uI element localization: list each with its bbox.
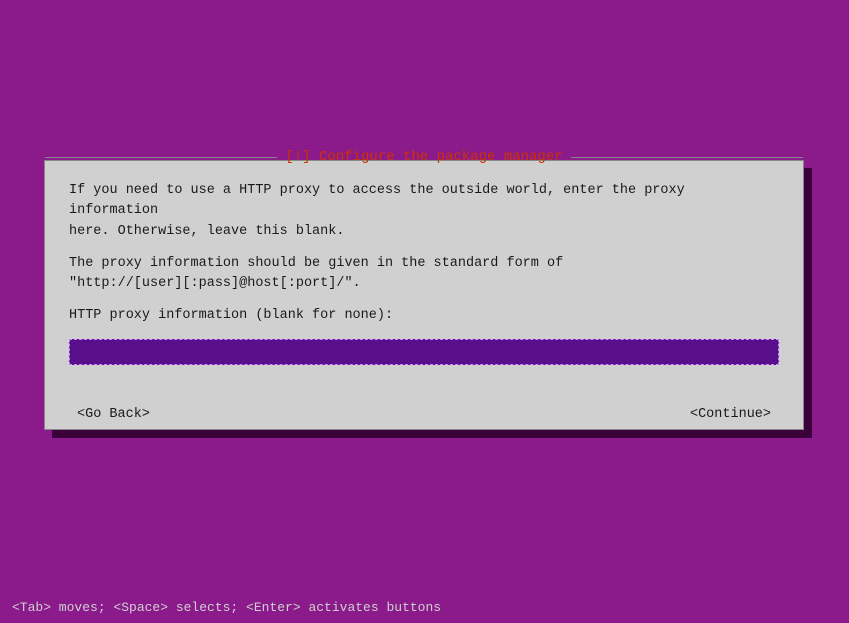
- go-back-button[interactable]: <Go Back>: [69, 405, 158, 424]
- continue-button[interactable]: <Continue>: [682, 405, 779, 424]
- screen: [!] Configure the package manager If you…: [0, 0, 849, 623]
- dialog-buttons: <Go Back> <Continue>: [45, 405, 803, 424]
- dialog: [!] Configure the package manager If you…: [44, 160, 804, 430]
- proxy-label: HTTP proxy information (blank for none):: [69, 306, 779, 326]
- dialog-content: If you need to use a HTTP proxy to acces…: [45, 161, 803, 401]
- body-paragraph-2: The proxy information should be given in…: [69, 254, 779, 295]
- proxy-input[interactable]: [69, 339, 779, 365]
- status-bar-text: <Tab> moves; <Space> selects; <Enter> ac…: [12, 600, 441, 615]
- dialog-title-bar: [!] Configure the package manager: [45, 149, 803, 165]
- title-line-right: [571, 157, 803, 158]
- proxy-input-container: [69, 339, 779, 365]
- body-paragraph-1: If you need to use a HTTP proxy to acces…: [69, 181, 779, 242]
- dialog-title: [!] Configure the package manager: [277, 149, 570, 165]
- title-line-left: [45, 157, 277, 158]
- status-bar: <Tab> moves; <Space> selects; <Enter> ac…: [0, 591, 849, 623]
